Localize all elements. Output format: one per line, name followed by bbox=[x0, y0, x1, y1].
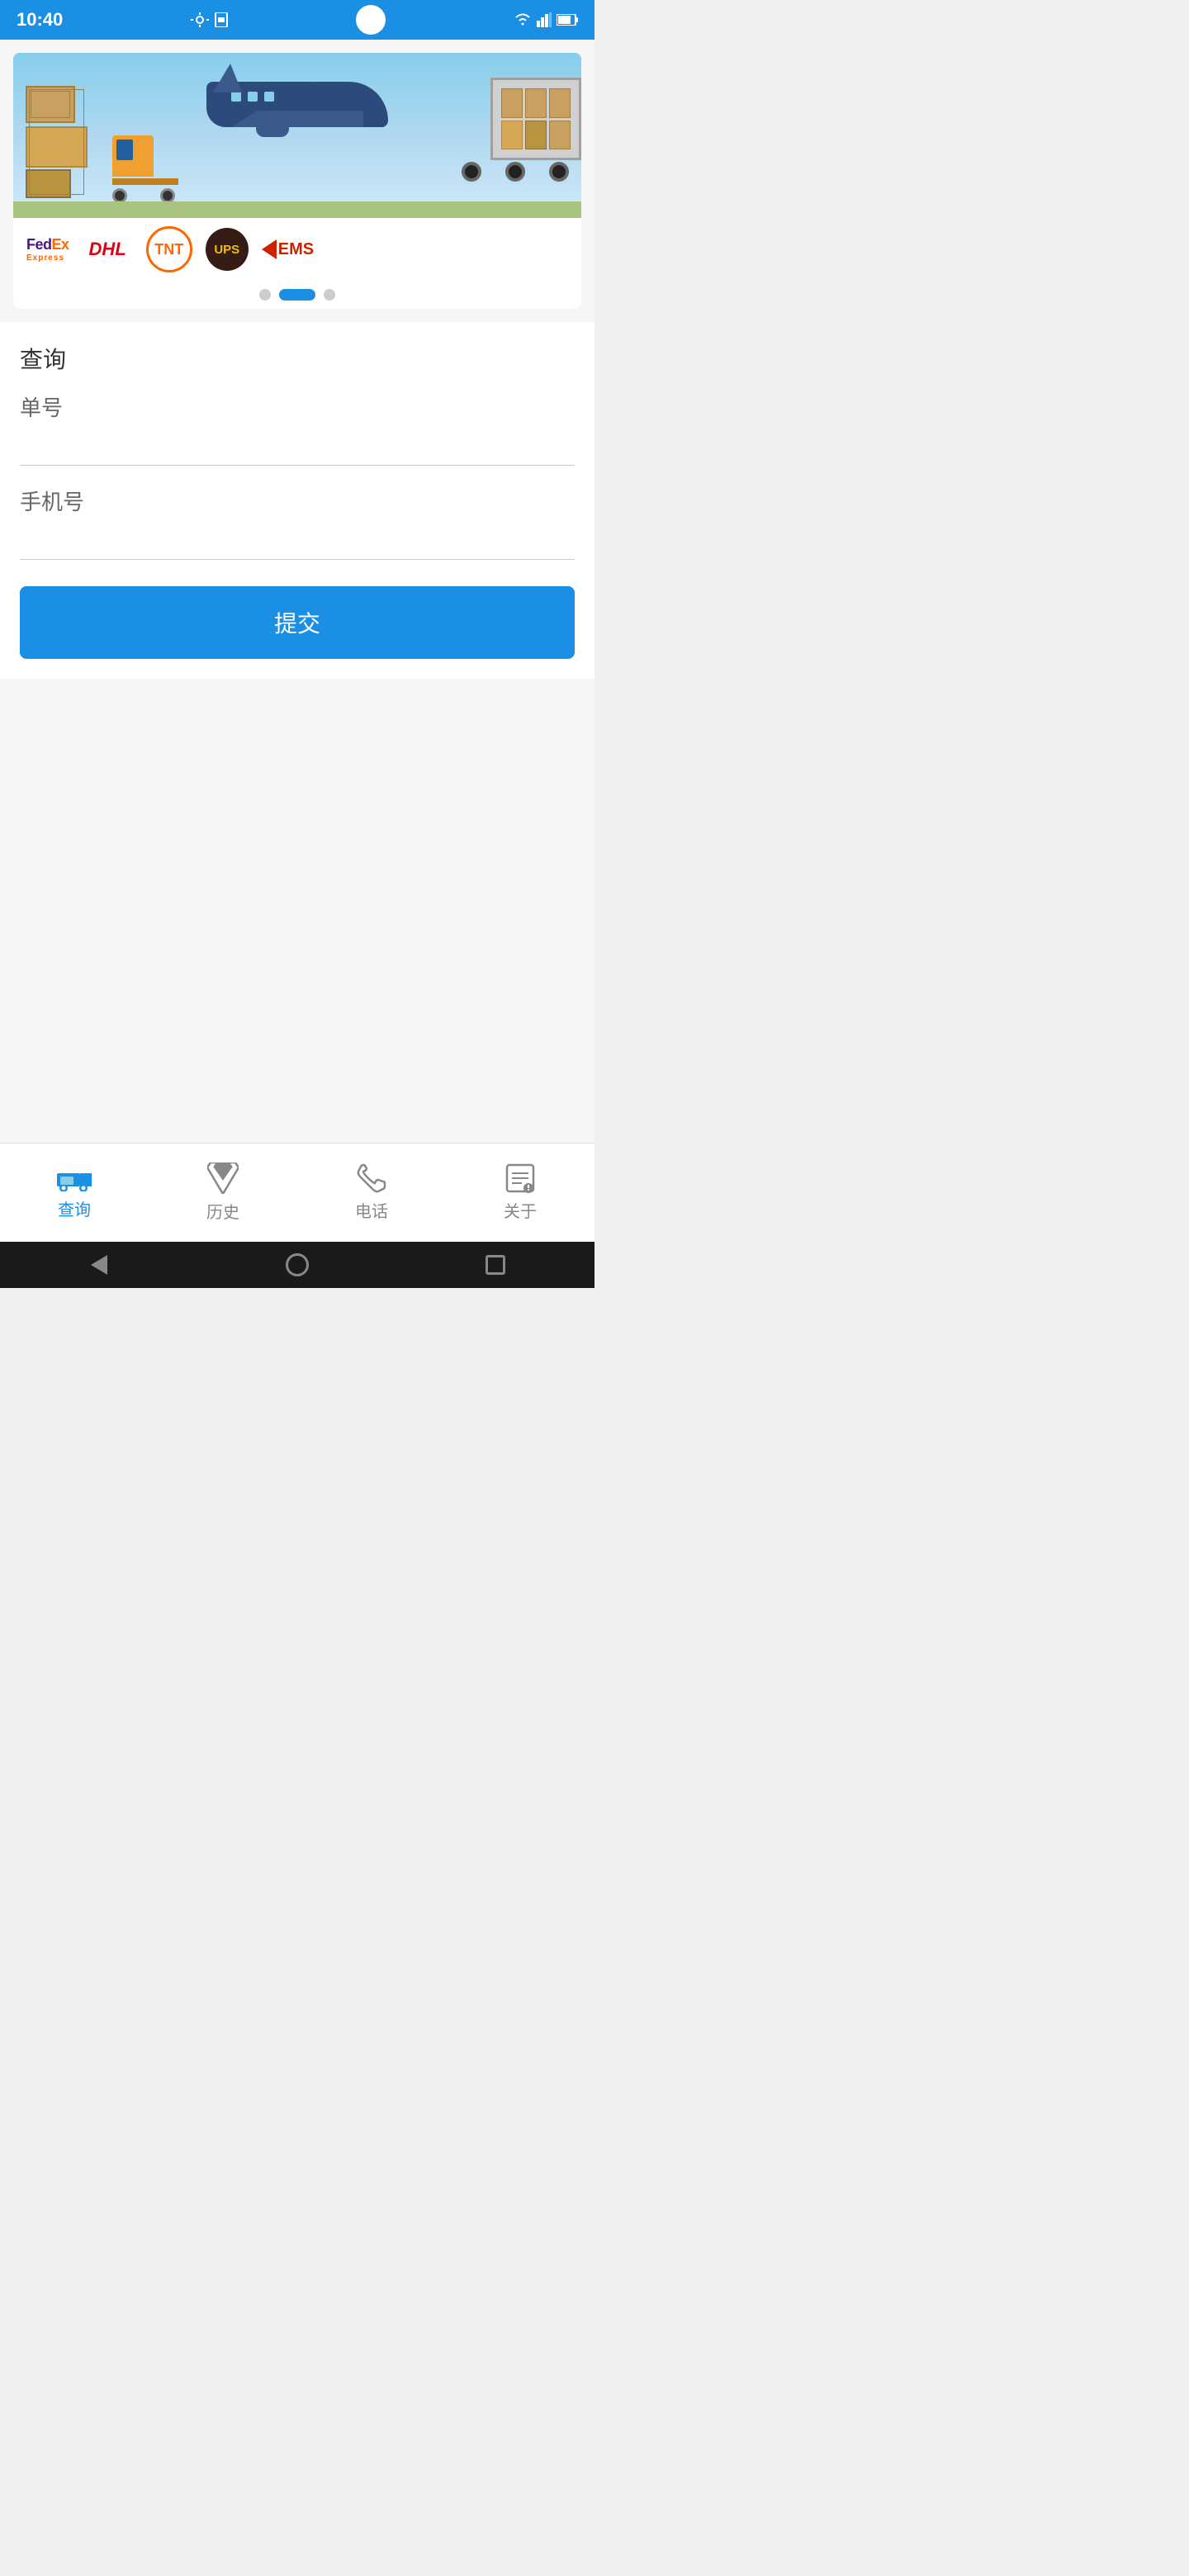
tracking-number-input[interactable] bbox=[20, 429, 575, 466]
form-section-title: 查询 bbox=[20, 342, 575, 375]
status-bar: 10:40 bbox=[0, 0, 594, 40]
forklift bbox=[112, 135, 178, 203]
query-form-section: 查询 单号 手机号 提交 bbox=[0, 322, 594, 679]
dot-3[interactable] bbox=[324, 289, 335, 301]
phone-icon bbox=[357, 1163, 386, 1193]
tracking-number-label: 单号 bbox=[20, 391, 575, 422]
nav-label-phone: 电话 bbox=[355, 1198, 388, 1222]
submit-button[interactable]: 提交 bbox=[20, 586, 575, 659]
phone-label: 手机号 bbox=[20, 485, 575, 516]
airplane bbox=[206, 82, 388, 127]
home-icon bbox=[286, 1253, 309, 1276]
banner-pagination bbox=[13, 281, 581, 309]
battery-icon bbox=[557, 14, 578, 26]
wifi-icon bbox=[514, 12, 532, 27]
ems-logo: EMS bbox=[262, 239, 314, 259]
sim-icon bbox=[214, 12, 229, 27]
home-button[interactable] bbox=[284, 1252, 310, 1278]
dot-2-active[interactable] bbox=[279, 289, 315, 301]
banner-image bbox=[13, 53, 581, 218]
nav-label-about: 关于 bbox=[504, 1198, 537, 1222]
banner-section: FedEx Express DHL TNT UPS EMS bbox=[13, 53, 581, 309]
delivery-truck bbox=[449, 78, 581, 182]
right-status-icons bbox=[514, 12, 578, 27]
camera-dot bbox=[356, 5, 386, 35]
dhl-logo: DHL bbox=[83, 239, 133, 260]
recent-icon bbox=[486, 1255, 505, 1275]
about-icon bbox=[505, 1163, 535, 1193]
back-icon bbox=[91, 1255, 107, 1275]
bottom-nav: 查询 历史 电话 关于 bbox=[0, 1143, 594, 1242]
android-nav-bar bbox=[0, 1242, 594, 1288]
carrier-logos: FedEx Express DHL TNT UPS EMS bbox=[13, 218, 581, 281]
ups-logo: UPS bbox=[206, 228, 249, 271]
tracking-number-group: 单号 bbox=[20, 391, 575, 466]
nav-item-history[interactable]: 历史 bbox=[149, 1163, 297, 1223]
cargo-boxes-left bbox=[26, 86, 88, 198]
nav-item-about[interactable]: 关于 bbox=[446, 1163, 594, 1222]
history-icon bbox=[207, 1163, 239, 1194]
nav-label-history: 历史 bbox=[206, 1199, 239, 1223]
phone-group: 手机号 bbox=[20, 485, 575, 560]
content-spacer bbox=[0, 679, 594, 844]
content-area: FedEx Express DHL TNT UPS EMS bbox=[0, 40, 594, 1143]
back-button[interactable] bbox=[86, 1252, 112, 1278]
phone-input[interactable] bbox=[20, 523, 575, 560]
ground bbox=[13, 201, 581, 218]
nav-item-search[interactable]: 查询 bbox=[0, 1165, 149, 1220]
recent-button[interactable] bbox=[482, 1252, 509, 1278]
status-time: 10:40 bbox=[17, 9, 63, 31]
status-icons bbox=[191, 12, 229, 27]
nav-label-search: 查询 bbox=[58, 1196, 91, 1220]
signal-icon bbox=[537, 12, 552, 27]
truck-icon bbox=[57, 1165, 92, 1191]
settings-icon bbox=[191, 12, 209, 27]
nav-item-phone[interactable]: 电话 bbox=[297, 1163, 446, 1222]
tnt-logo: TNT bbox=[146, 226, 192, 272]
dot-1[interactable] bbox=[259, 289, 271, 301]
fedex-logo: FedEx Express bbox=[26, 236, 69, 263]
